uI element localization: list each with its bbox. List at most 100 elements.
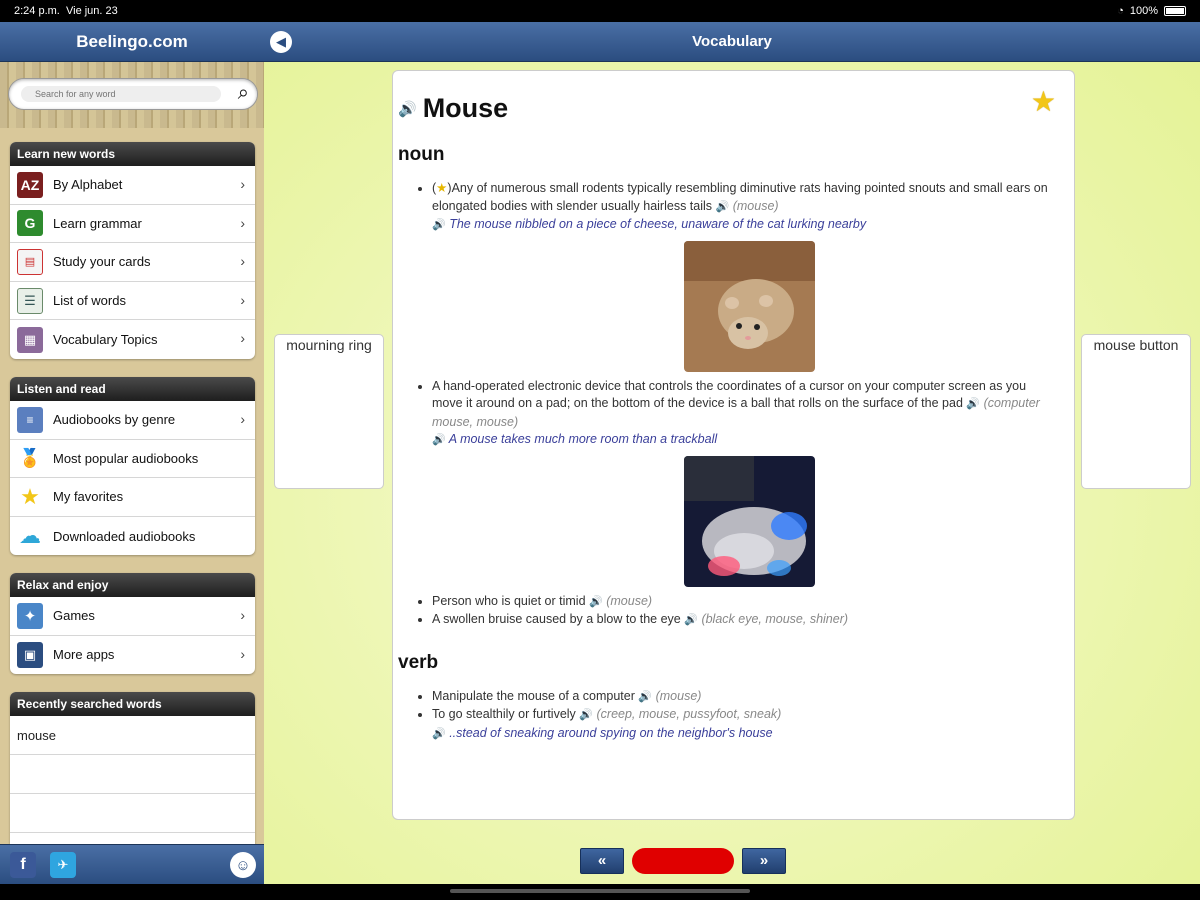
word-text: Mouse [422, 93, 509, 123]
previous-button[interactable]: « [580, 848, 624, 874]
topics-icon: ▦ [17, 326, 43, 353]
sidebar-item-label: By Alphabet [53, 177, 123, 193]
puzzle-icon: ✦ [17, 602, 43, 629]
verb-definitions: Manipulate the mouse of a computer 🔊 (mo… [398, 688, 1074, 744]
sidebar-item-downloaded[interactable]: ☁ Downloaded audiobooks [10, 517, 255, 556]
sidebar-item-audiobooks-genre[interactable]: ≡ Audiobooks by genre › [10, 401, 255, 440]
medal-icon: 🏅 [17, 445, 43, 472]
definition-item: (★)Any of numerous small rodents typical… [432, 180, 1074, 372]
chevron-right-icon: › [240, 645, 245, 662]
sidebar-item-label: Games [53, 608, 95, 624]
list-icon: ☰ [17, 287, 43, 314]
recent-word-empty [10, 755, 255, 794]
apps-icon: ▣ [17, 641, 43, 668]
recent-word-empty [10, 794, 255, 833]
accessibility-icon[interactable]: ☺ [230, 852, 256, 878]
noun-definitions: (★)Any of numerous small rodents typical… [398, 180, 1074, 630]
grammar-icon: G [17, 210, 43, 237]
main-header: ◀ Vocabulary [264, 22, 1200, 62]
home-indicator-bar [0, 884, 1200, 900]
sidebar-bottom-bar: f ✈ ☺ [0, 844, 264, 884]
word-title: 🔊 Mouse [398, 93, 1074, 124]
speaker-icon[interactable]: 🔊 [579, 709, 593, 721]
sidebar-item-by-alphabet[interactable]: AZ By Alphabet › [10, 166, 255, 205]
chevron-right-icon: › [240, 411, 245, 427]
battery-percent: 100% [1129, 5, 1158, 17]
star-icon: ★ [436, 181, 448, 195]
card-navigation: « » [580, 848, 786, 874]
speaker-icon[interactable]: 🔊 [589, 596, 603, 608]
section-heading: Recently searched words [10, 692, 255, 716]
sidebar-item-my-favorites[interactable]: ★ My favorites [10, 478, 255, 517]
cloud-download-icon: ☁ [17, 523, 43, 550]
recent-word-item[interactable]: mouse [10, 716, 255, 755]
status-time-date: 2:24 p.m. Vie jun. 23 [14, 5, 118, 17]
section-learn-new-words: Learn new words AZ By Alphabet › G Learn… [10, 142, 255, 359]
speaker-icon[interactable]: 🔊 [432, 434, 446, 446]
sidebar-item-more-apps[interactable]: ▣ More apps › [10, 636, 255, 675]
noun-heading: noun [398, 144, 445, 165]
section-heading: Relax and enjoy [10, 573, 255, 597]
search-box[interactable]: ⌕ ⌕ [8, 78, 258, 110]
speaker-icon[interactable]: 🔊 [432, 728, 446, 740]
chevron-right-icon: › [240, 214, 245, 231]
example-sentence: 🔊 A mouse takes much more room than a tr… [432, 432, 718, 446]
example-sentence: 🔊 The mouse nibbled on a piece of cheese… [432, 217, 867, 231]
chevron-right-icon: › [240, 253, 245, 270]
example-sentence: 🔊 ..stead of sneaking around spying on t… [432, 725, 773, 740]
sidebar-item-label: Study your cards [53, 254, 151, 270]
definition-item: Person who is quiet or timid 🔊 (mouse) [432, 593, 1074, 612]
page-title: Vocabulary [692, 33, 772, 50]
speaker-icon[interactable]: 🔊 [966, 398, 980, 410]
speaker-icon[interactable]: 🔊 [716, 201, 730, 213]
sidebar: Beelingo.com ⌕ ⌕ Learn new words AZ By A… [0, 22, 264, 884]
status-bar: 2:24 p.m. Vie jun. 23 ◔ 100% [0, 0, 1200, 22]
speaker-icon[interactable]: 🔊 [638, 691, 652, 703]
red-action-button[interactable] [632, 848, 734, 874]
sidebar-item-study-cards[interactable]: ▤ Study your cards › [10, 243, 255, 282]
prev-word-card[interactable]: mourning ring [274, 334, 384, 489]
chevron-right-icon: › [240, 330, 245, 347]
sidebar-item-vocabulary-topics[interactable]: ▦ Vocabulary Topics › [10, 320, 255, 359]
star-icon: ★ [17, 483, 43, 510]
sidebar-item-label: My favorites [53, 489, 124, 505]
search-icon[interactable]: ⌕ [238, 82, 249, 105]
next-button[interactable]: » [742, 848, 786, 874]
sidebar-item-learn-grammar[interactable]: G Learn grammar › [10, 205, 255, 244]
books-icon: ≡ [17, 406, 43, 433]
verb-heading: verb [398, 651, 439, 673]
main-panel: ◀ Vocabulary mourning ring mouse button … [264, 22, 1200, 884]
sidebar-item-label: More apps [53, 647, 115, 663]
home-indicator[interactable] [450, 889, 750, 893]
sidebar-item-list-of-words[interactable]: ☰ List of words › [10, 282, 255, 321]
facebook-icon[interactable]: f [10, 852, 36, 878]
chevron-right-icon: › [240, 607, 245, 623]
favorite-star-icon[interactable]: ★ [1031, 85, 1056, 118]
sidebar-title: Beelingo.com [0, 22, 264, 62]
cards-icon: ▤ [17, 248, 43, 275]
sidebar-banner: ⌕ ⌕ [0, 62, 264, 128]
speaker-icon[interactable]: 🔊 [432, 219, 446, 231]
chevron-right-icon: › [240, 176, 245, 192]
computer-mouse-photo [684, 455, 815, 587]
next-word-label: mouse button [1093, 337, 1179, 353]
sidebar-item-label: Most popular audiobooks [53, 450, 199, 466]
definition-item: To go stealthily or furtively 🔊 (creep, … [432, 706, 1074, 743]
section-listen-and-read: Listen and read ≡ Audiobooks by genre › … [10, 377, 255, 556]
alphabet-icon: AZ [17, 171, 43, 198]
sidebar-item-label: Vocabulary Topics [53, 332, 158, 348]
speaker-icon[interactable]: 🔊 [684, 614, 698, 626]
next-word-card[interactable]: mouse button [1081, 334, 1191, 489]
definition-item: A hand-operated electronic device that c… [432, 378, 1074, 587]
speaker-icon[interactable]: 🔊 [398, 100, 417, 118]
definition-item: Manipulate the mouse of a computer 🔊 (mo… [432, 688, 1074, 707]
hamster-photo [684, 240, 815, 372]
twitter-icon[interactable]: ✈ [50, 852, 76, 878]
section-relax-and-enjoy: Relax and enjoy ✦ Games › ▣ More apps › [10, 573, 255, 675]
sidebar-item-popular-audiobooks[interactable]: 🏅 Most popular audiobooks [10, 440, 255, 479]
sidebar-item-games[interactable]: ✦ Games › [10, 597, 255, 636]
back-arrow-icon[interactable]: ◀ [270, 31, 292, 53]
sidebar-item-label: Audiobooks by genre [53, 412, 176, 428]
prev-word-label: mourning ring [286, 337, 372, 353]
search-input[interactable] [21, 86, 221, 102]
